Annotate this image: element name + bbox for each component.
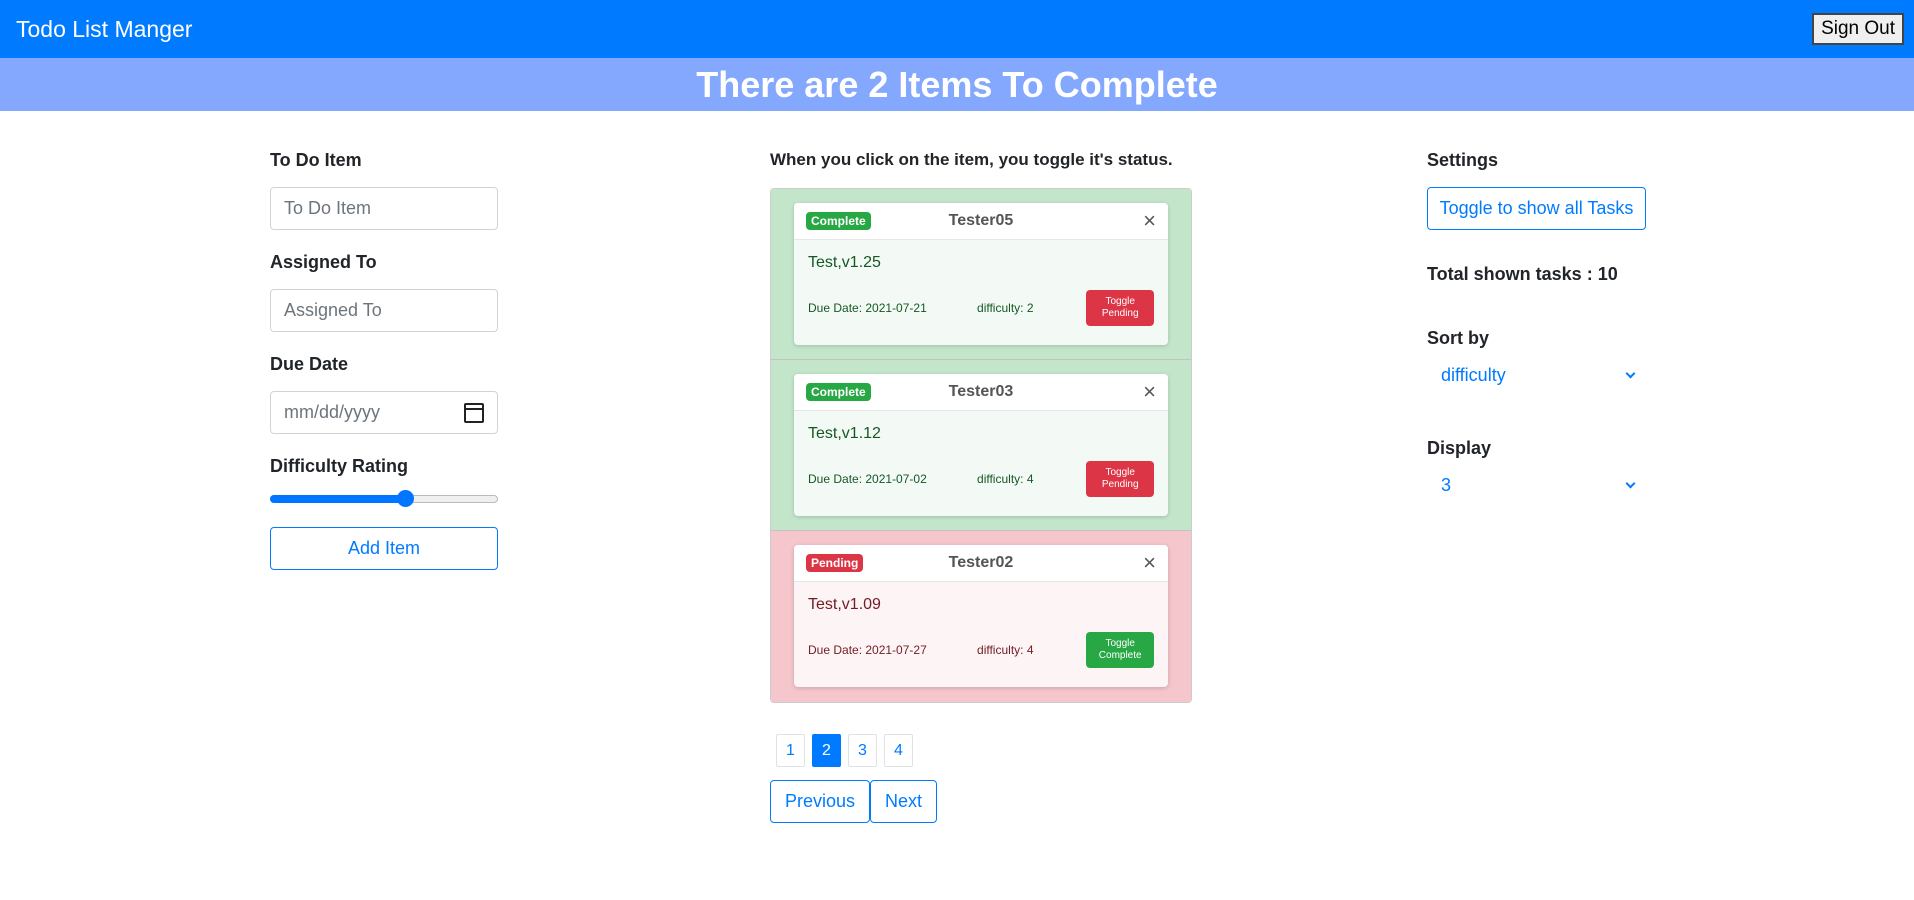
card-meta: Due Date: 2021-07-21 difficulty: 2 Toggl… (808, 290, 1154, 326)
close-icon[interactable]: × (1143, 381, 1156, 403)
card-difficulty: difficulty: 2 (977, 301, 1034, 315)
card-meta: Due Date: 2021-07-27 difficulty: 4 Toggl… (808, 632, 1154, 668)
settings-panel: Settings Toggle to show all Tasks Total … (1427, 150, 1657, 505)
status-badge[interactable]: Pending (806, 554, 864, 572)
page-link[interactable]: 1 (776, 734, 805, 767)
navbar: Todo List Manger Sign Out (0, 0, 1914, 58)
todo-card[interactable]: Complete Tester05 × Test,v1.25 Due Date:… (794, 203, 1168, 345)
add-item-form: To Do Item To Do Item Assigned To Assign… (270, 150, 498, 570)
todo-card[interactable]: Complete Tester03 × Test,v1.12 Due Date:… (794, 374, 1168, 516)
sign-out-button[interactable]: Sign Out (1812, 13, 1904, 45)
list-item[interactable]: Complete Tester05 × Test,v1.25 Due Date:… (771, 189, 1191, 360)
card-difficulty: difficulty: 4 (977, 643, 1034, 657)
list-item[interactable]: Complete Tester03 × Test,v1.12 Due Date:… (771, 360, 1191, 531)
item-placeholder: To Do Item (284, 198, 372, 218)
toggle-status-button[interactable]: Toggle Pending (1086, 461, 1154, 497)
list-item[interactable]: Pending Tester02 × Test,v1.09 Due Date: … (771, 531, 1191, 702)
todo-list-section: When you click on the item, you toggle i… (770, 150, 1192, 823)
toggle-status-button[interactable]: Toggle Pending (1086, 290, 1154, 326)
chevron-down-icon (1625, 478, 1636, 488)
settings-title: Settings (1427, 150, 1499, 170)
close-icon[interactable]: × (1143, 552, 1156, 574)
pagination: 1 2 3 4 (776, 734, 1192, 767)
due-date-label: Due Date (270, 354, 349, 374)
page-link[interactable]: 4 (884, 734, 913, 767)
todo-list: Complete Tester05 × Test,v1.25 Due Date:… (770, 188, 1192, 703)
card-body: Test,v1.25 Due Date: 2021-07-21 difficul… (794, 240, 1168, 326)
close-icon[interactable]: × (1143, 210, 1156, 232)
assigned-label: Assigned To (270, 252, 377, 272)
chevron-down-icon (1625, 368, 1636, 378)
toggle-status-button[interactable]: Toggle Complete (1086, 632, 1154, 668)
card-meta: Due Date: 2021-07-02 difficulty: 4 Toggl… (808, 461, 1154, 497)
card-due-date: Due Date: 2021-07-21 (808, 301, 927, 315)
page-link-active[interactable]: 2 (812, 734, 841, 767)
status-badge[interactable]: Complete (806, 212, 871, 230)
item-label: To Do Item (270, 150, 362, 170)
banner-title: There are 2 Items To Complete (696, 63, 1218, 105)
card-header: Pending Tester02 × (794, 545, 1168, 582)
next-button[interactable]: Next (870, 780, 938, 823)
card-due-date: Due Date: 2021-07-27 (808, 643, 927, 657)
assigned-input[interactable]: Assigned To (270, 289, 498, 332)
due-date-input[interactable]: mm/dd/yyyy (270, 391, 498, 434)
previous-button[interactable]: Previous (770, 780, 871, 823)
toggle-show-all-button[interactable]: Toggle to show all Tasks (1427, 187, 1646, 230)
todo-card[interactable]: Pending Tester02 × Test,v1.09 Due Date: … (794, 545, 1168, 687)
summary-banner: There are 2 Items To Complete (0, 58, 1914, 111)
card-difficulty: difficulty: 4 (977, 472, 1034, 486)
calendar-icon[interactable] (464, 402, 484, 423)
page-link[interactable]: 3 (848, 734, 877, 767)
card-body: Test,v1.12 Due Date: 2021-07-02 difficul… (794, 411, 1168, 497)
item-input[interactable]: To Do Item (270, 187, 498, 230)
sort-select[interactable]: difficulty (1427, 355, 1646, 395)
card-body: Test,v1.09 Due Date: 2021-07-27 difficul… (794, 582, 1168, 668)
display-select[interactable]: 3 (1427, 465, 1646, 505)
difficulty-slider[interactable] (270, 490, 498, 507)
card-header: Complete Tester03 × (794, 374, 1168, 411)
card-due-date: Due Date: 2021-07-02 (808, 472, 927, 486)
status-badge[interactable]: Complete (806, 383, 871, 401)
card-text: Test,v1.25 (808, 254, 881, 271)
card-text: Test,v1.09 (808, 596, 881, 613)
assigned-placeholder: Assigned To (284, 300, 382, 320)
card-text: Test,v1.12 (808, 425, 881, 442)
difficulty-label: Difficulty Rating (270, 456, 408, 476)
app-title: Todo List Manger (16, 15, 193, 42)
slider-thumb[interactable] (397, 490, 414, 507)
card-header: Complete Tester05 × (794, 203, 1168, 240)
list-hint: When you click on the item, you toggle i… (770, 150, 1173, 169)
sort-value: difficulty (1441, 364, 1506, 385)
pager-nav: Previous Next (770, 780, 1192, 823)
total-shown-tasks: Total shown tasks : 10 (1427, 264, 1618, 284)
display-value: 3 (1441, 474, 1452, 495)
slider-fill (270, 495, 406, 503)
display-label: Display (1427, 438, 1492, 458)
due-date-placeholder: mm/dd/yyyy (284, 402, 381, 422)
add-item-button[interactable]: Add Item (270, 527, 498, 570)
sort-label: Sort by (1427, 328, 1490, 348)
